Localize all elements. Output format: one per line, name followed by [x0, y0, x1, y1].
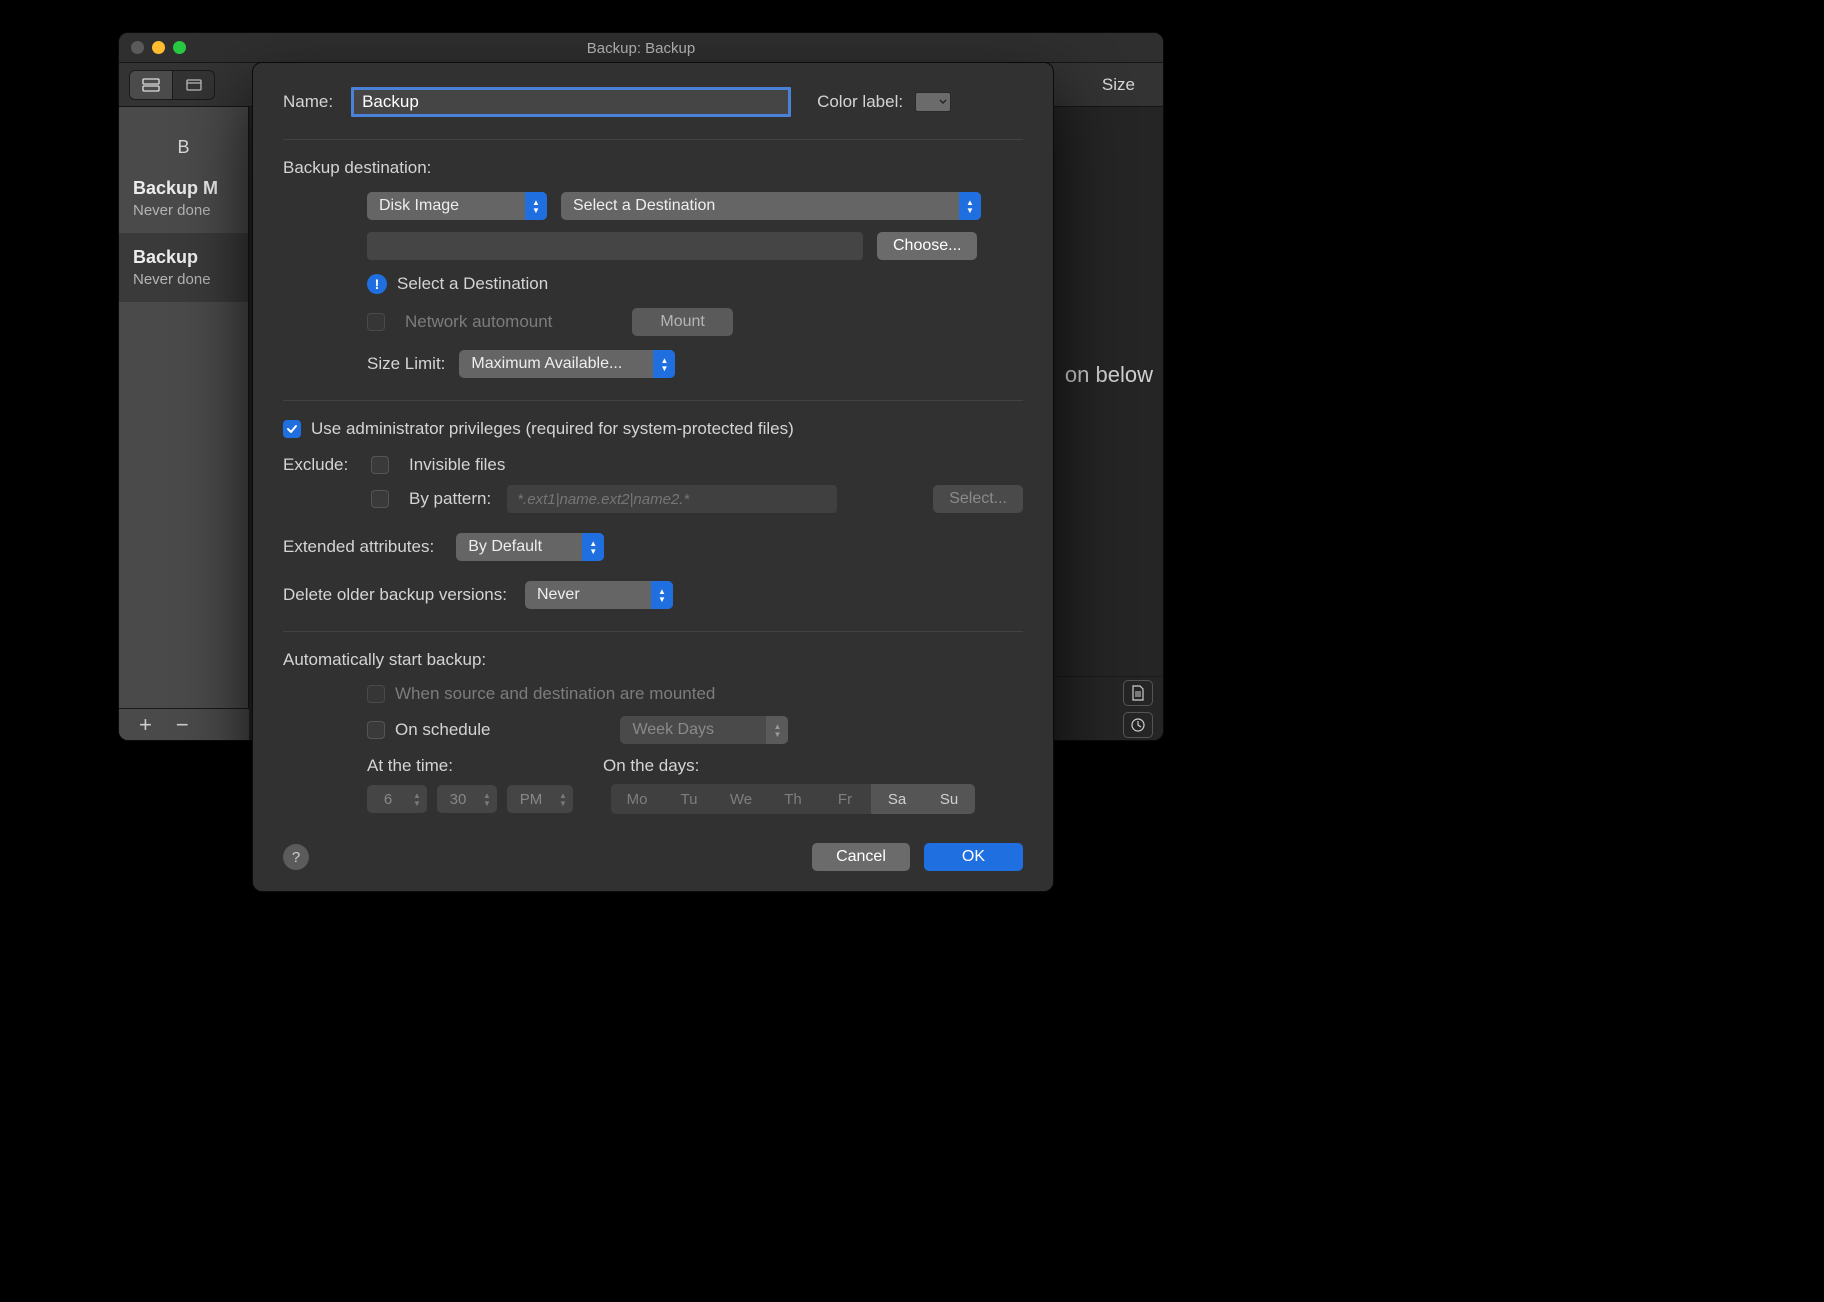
time-minute-stepper[interactable]: 30 ▲▼: [437, 785, 497, 813]
schedule-type-popup[interactable]: Week Days ▲▼: [620, 716, 788, 744]
remove-backup-button[interactable]: −: [176, 712, 189, 738]
admin-privileges-checkbox[interactable]: [283, 420, 301, 438]
day-toggle-su[interactable]: Su: [923, 784, 975, 814]
help-button[interactable]: ?: [283, 844, 309, 870]
time-ampm-value: PM: [520, 791, 543, 808]
extended-attributes-value: By Default: [468, 538, 542, 556]
day-toggle-we[interactable]: We: [715, 784, 767, 814]
choose-button[interactable]: Choose...: [877, 232, 977, 260]
titlebar: Backup: Backup: [119, 33, 1163, 63]
stepper-icon: ▲▼: [653, 350, 675, 378]
name-input[interactable]: [351, 87, 791, 117]
view-archive-icon[interactable]: [172, 71, 214, 99]
time-hour-value: 6: [384, 791, 392, 808]
size-limit-label: Size Limit:: [367, 354, 445, 374]
backup-item-title: Backup: [133, 247, 234, 268]
time-minute-value: 30: [450, 791, 467, 808]
backup-list-item[interactable]: Backup M Never done: [119, 164, 248, 233]
document-icon[interactable]: [1123, 680, 1153, 706]
sidebar-footer: + −: [119, 708, 249, 740]
window-zoom-button[interactable]: [173, 41, 186, 54]
exclude-pattern-checkbox[interactable]: [371, 490, 389, 508]
day-toggle-mo[interactable]: Mo: [611, 784, 663, 814]
schedule-icon[interactable]: [1123, 712, 1153, 738]
exclude-select-button[interactable]: Select...: [933, 485, 1023, 513]
destination-target-value: Select a Destination: [573, 197, 715, 215]
size-limit-popup[interactable]: Maximum Available... ▲▼: [459, 350, 675, 378]
day-toggle-sa[interactable]: Sa: [871, 784, 923, 814]
on-days-label: On the days:: [603, 756, 699, 776]
stepper-icon: ▲▼: [959, 192, 981, 220]
ok-button[interactable]: OK: [924, 843, 1023, 871]
window-close-button[interactable]: [131, 41, 144, 54]
on-schedule-label: On schedule: [395, 720, 490, 740]
column-header-size: Size: [1102, 75, 1135, 95]
add-backup-button[interactable]: +: [139, 712, 152, 738]
exclude-pattern-label: By pattern:: [409, 489, 491, 509]
stepper-icon: ▲▼: [651, 581, 673, 609]
info-icon: !: [367, 274, 387, 294]
admin-privileges-label: Use administrator privileges (required f…: [311, 419, 794, 439]
extended-attributes-popup[interactable]: By Default ▲▼: [456, 533, 604, 561]
network-automount-label: Network automount: [405, 312, 552, 332]
window-minimize-button[interactable]: [152, 41, 165, 54]
day-toggle-th[interactable]: Th: [767, 784, 819, 814]
destination-info-text: Select a Destination: [397, 274, 548, 294]
color-label-label: Color label:: [817, 92, 903, 112]
day-toggle-fr[interactable]: Fr: [819, 784, 871, 814]
stepper-icon: ▲▼: [481, 785, 493, 813]
when-mounted-checkbox[interactable]: [367, 685, 385, 703]
backup-settings-dialog: Name: Color label: Backup destination: D…: [252, 62, 1054, 892]
time-ampm-stepper[interactable]: PM ▲▼: [507, 785, 573, 813]
auto-start-section-label: Automatically start backup:: [283, 650, 1023, 670]
stepper-icon: ▲▼: [557, 785, 569, 813]
time-hour-stepper[interactable]: 6 ▲▼: [367, 785, 427, 813]
view-storage-icon[interactable]: [130, 71, 172, 99]
backup-item-subtitle: Never done: [133, 271, 234, 288]
background-hint-text: on below: [1065, 362, 1153, 388]
delete-older-popup[interactable]: Never ▲▼: [525, 581, 673, 609]
cancel-button[interactable]: Cancel: [812, 843, 910, 871]
destination-type-value: Disk Image: [379, 197, 459, 215]
when-mounted-label: When source and destination are mounted: [395, 684, 715, 704]
destination-target-popup[interactable]: Select a Destination ▲▼: [561, 192, 981, 220]
days-selector[interactable]: Mo Tu We Th Fr Sa Su: [611, 784, 975, 814]
backup-item-title: Backup M: [133, 178, 234, 199]
on-schedule-checkbox[interactable]: [367, 721, 385, 739]
exclude-pattern-input[interactable]: [507, 485, 837, 513]
backup-item-subtitle: Never done: [133, 202, 234, 219]
extended-attributes-label: Extended attributes:: [283, 537, 434, 557]
exclude-invisible-label: Invisible files: [409, 455, 505, 475]
stepper-icon: ▲▼: [582, 533, 604, 561]
window-title: Backup: Backup: [119, 33, 1163, 63]
view-segmented-control[interactable]: [129, 70, 215, 100]
backup-list-sidebar: B Backup M Never done Backup Never done …: [119, 107, 249, 740]
destination-path-field[interactable]: [367, 232, 863, 260]
backup-list-item[interactable]: Backup Never done: [119, 233, 248, 302]
size-limit-value: Maximum Available...: [471, 355, 622, 373]
stepper-icon: ▲▼: [411, 785, 423, 813]
exclude-label: Exclude:: [283, 455, 355, 475]
name-label: Name:: [283, 92, 333, 112]
destination-section-label: Backup destination:: [283, 158, 1023, 178]
color-label-picker[interactable]: [915, 92, 951, 112]
mount-button[interactable]: Mount: [632, 308, 732, 336]
delete-older-label: Delete older backup versions:: [283, 585, 507, 605]
stepper-icon: ▲▼: [525, 192, 547, 220]
stepper-icon: ▲▼: [766, 716, 788, 744]
exclude-invisible-checkbox[interactable]: [371, 456, 389, 474]
network-automount-checkbox[interactable]: [367, 313, 385, 331]
at-time-label: At the time:: [367, 756, 453, 776]
day-toggle-tu[interactable]: Tu: [663, 784, 715, 814]
delete-older-value: Never: [537, 586, 580, 604]
schedule-type-value: Week Days: [632, 721, 714, 739]
sidebar-header-letter: B: [119, 137, 248, 158]
destination-type-popup[interactable]: Disk Image ▲▼: [367, 192, 547, 220]
